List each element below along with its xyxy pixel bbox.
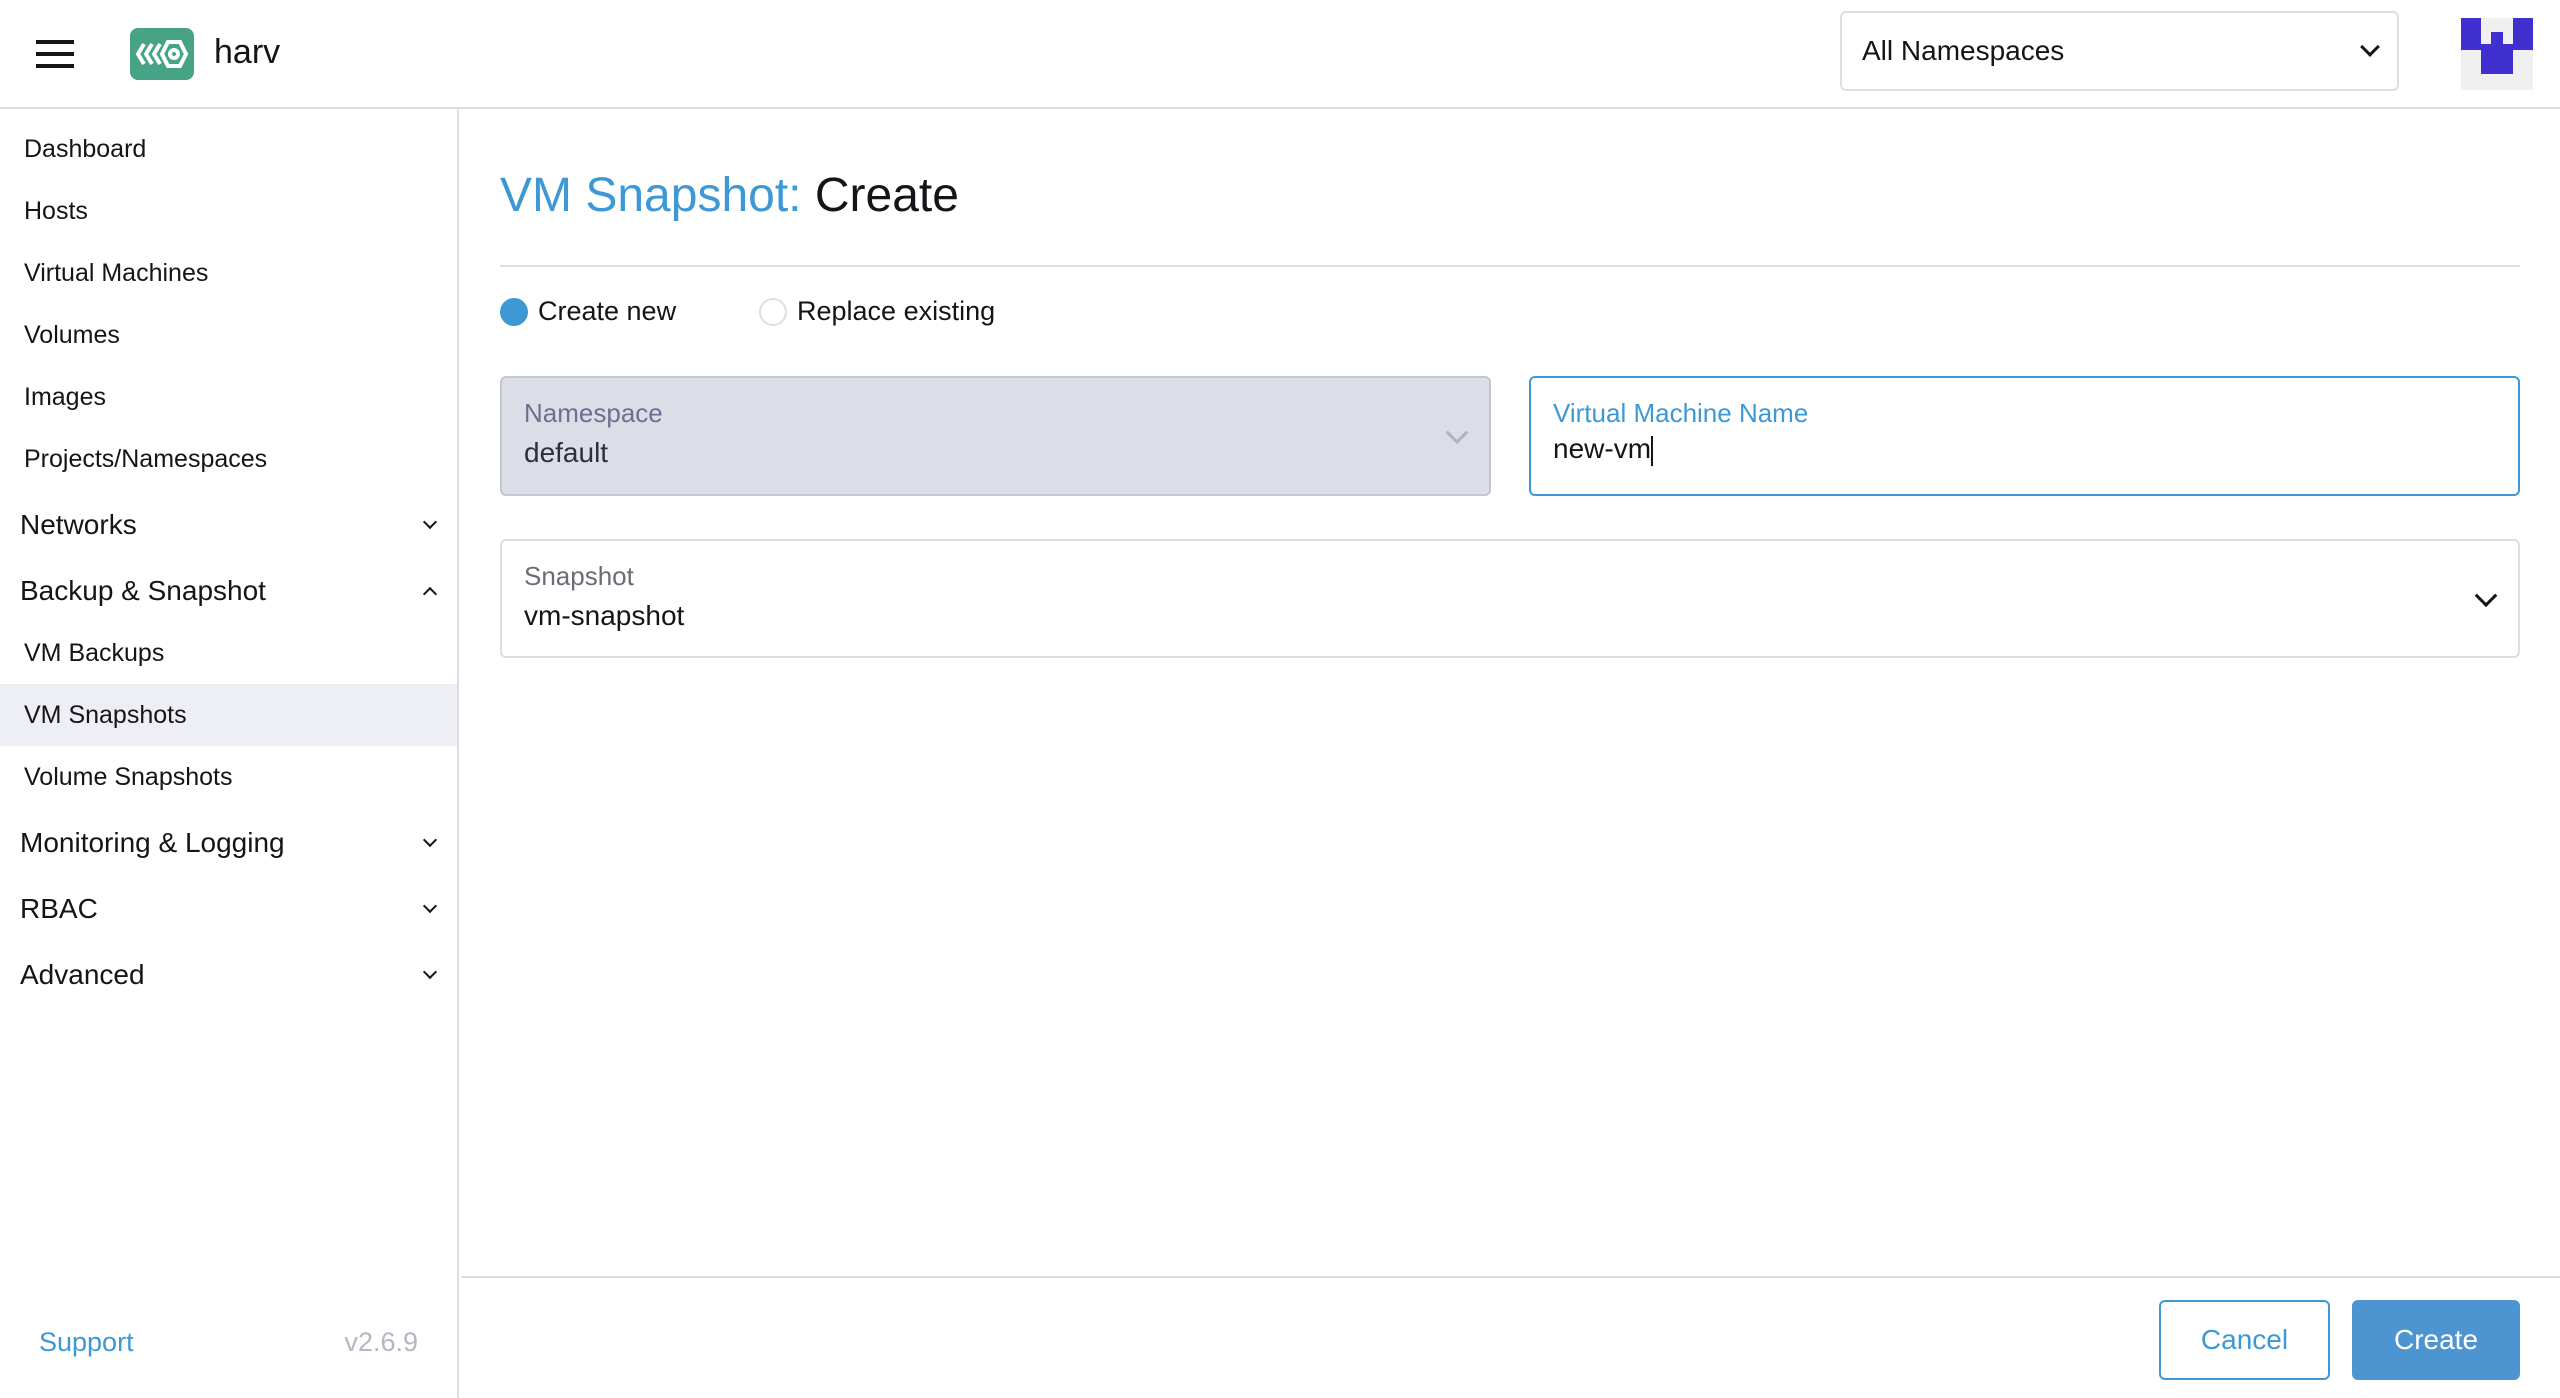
sidebar-group-networks[interactable]: Networks: [0, 494, 457, 556]
sidebar-group-label: Networks: [20, 509, 137, 540]
user-avatar[interactable]: [2461, 18, 2533, 90]
sidebar-group-backup-snapshot[interactable]: Backup & Snapshot: [0, 560, 457, 622]
sidebar-group-label: RBAC: [20, 893, 98, 924]
text-cursor: [1651, 435, 1654, 466]
sidebar-group-monitoring-logging[interactable]: Monitoring & Logging: [0, 812, 457, 874]
sidebar-item-label: Volume Snapshots: [24, 762, 233, 791]
sidebar-group-advanced[interactable]: Advanced: [0, 944, 457, 1006]
sidebar-item-label: Dashboard: [24, 134, 147, 163]
page-title: VM Snapshot: Create: [500, 168, 959, 223]
chevron-down-icon: [422, 832, 438, 848]
sidebar-item-label: Images: [24, 382, 106, 411]
chevron-up-icon: [422, 586, 438, 602]
radio-label: Create new: [538, 296, 677, 326]
sidebar-item-label: VM Snapshots: [24, 700, 187, 729]
snapshot-label: Snapshot: [524, 561, 634, 591]
sidebar-item-vm-snapshots[interactable]: VM Snapshots: [0, 684, 457, 746]
create-button[interactable]: Create: [2352, 1300, 2520, 1380]
chevron-down-icon: [422, 964, 438, 980]
radio-label: Replace existing: [797, 296, 996, 326]
harvester-logo-icon: [130, 28, 194, 80]
sidebar-item-label: Hosts: [24, 196, 88, 225]
vm-name-label: Virtual Machine Name: [1553, 398, 1809, 428]
cluster-name: harv: [214, 33, 281, 71]
vm-name-value: new-vm: [1553, 433, 1652, 464]
sidebar-item-virtual-machines[interactable]: Virtual Machines: [0, 242, 457, 304]
hamburger-menu-icon[interactable]: [36, 40, 74, 68]
sidebar-group-label: Monitoring & Logging: [20, 827, 285, 858]
sidebar-item-hosts[interactable]: Hosts: [0, 180, 457, 242]
sidebar-item-label: Virtual Machines: [24, 258, 209, 287]
chevron-down-icon: [422, 514, 438, 530]
chevron-down-icon: [2360, 37, 2380, 57]
radio-replace-existing[interactable]: Replace existing: [759, 296, 995, 327]
sidebar: Dashboard Hosts Virtual Machines Volumes Ima…: [0, 109, 459, 1398]
sidebar-item-volume-snapshots[interactable]: Volume Snapshots: [0, 746, 457, 808]
namespace-value: default: [524, 437, 609, 468]
sidebar-item-vm-backups[interactable]: VM Backups: [0, 622, 457, 684]
namespace-select[interactable]: Namespace default: [500, 376, 1491, 496]
sidebar-item-label: VM Backups: [24, 638, 165, 667]
namespace-filter-value: All Namespaces: [1862, 35, 2065, 66]
top-header: harv All Namespaces: [0, 0, 2560, 109]
radio-unchecked-icon: [759, 297, 787, 326]
namespace-label: Namespace: [524, 398, 663, 428]
page-title-mode: Create: [814, 169, 959, 222]
vm-name-input[interactable]: Virtual Machine Name new-vm: [1529, 376, 2520, 496]
version-label: v2.6.9: [344, 1327, 418, 1357]
snapshot-select[interactable]: Snapshot vm-snapshot: [500, 539, 2520, 658]
radio-checked-icon: [500, 297, 528, 326]
sidebar-item-dashboard[interactable]: Dashboard: [0, 118, 457, 180]
footer-divider: [461, 1276, 2560, 1278]
sidebar-item-volumes[interactable]: Volumes: [0, 304, 457, 366]
sidebar-item-label: Volumes: [24, 320, 120, 349]
radio-create-new[interactable]: Create new: [500, 296, 676, 327]
divider: [500, 265, 2520, 267]
support-link[interactable]: Support: [39, 1327, 134, 1358]
sidebar-group-label: Advanced: [20, 959, 145, 990]
sidebar-item-label: Projects/Namespaces: [24, 444, 268, 473]
cancel-button[interactable]: Cancel: [2159, 1300, 2330, 1380]
chevron-down-icon: [422, 898, 438, 914]
sidebar-group-rbac[interactable]: RBAC: [0, 878, 457, 940]
namespace-filter-select[interactable]: All Namespaces: [1840, 11, 2399, 91]
snapshot-value: vm-snapshot: [524, 600, 685, 631]
page-title-resource[interactable]: VM Snapshot:: [500, 169, 802, 222]
sidebar-group-label: Backup & Snapshot: [20, 575, 266, 606]
sidebar-item-images[interactable]: Images: [0, 366, 457, 428]
sidebar-item-projects-namespaces[interactable]: Projects/Namespaces: [0, 428, 457, 490]
